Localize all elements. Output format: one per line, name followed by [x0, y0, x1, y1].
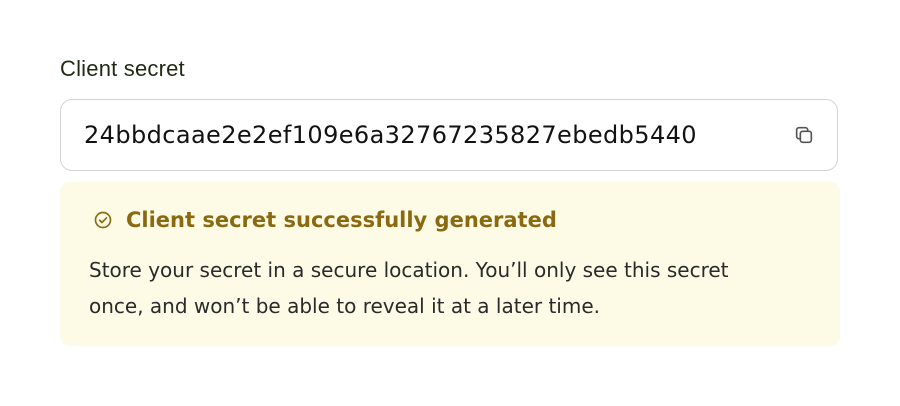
- notice-body: Store your secret in a secure location. …: [89, 258, 729, 318]
- check-circle-icon: [92, 209, 114, 231]
- client-secret-value[interactable]: 24bbdcaae2e2ef109e6a32767235827ebedb5440: [84, 100, 697, 170]
- success-notice: Client secret successfully generated Sto…: [60, 182, 840, 346]
- client-secret-field[interactable]: 24bbdcaae2e2ef109e6a32767235827ebedb5440: [60, 99, 838, 171]
- copy-icon[interactable]: [793, 124, 815, 146]
- notice-title-row: Client secret successfully generated: [92, 208, 557, 232]
- copy-button[interactable]: [791, 122, 817, 148]
- notice-title: Client secret successfully generated: [126, 208, 557, 232]
- client-secret-label: Client secret: [60, 56, 185, 81]
